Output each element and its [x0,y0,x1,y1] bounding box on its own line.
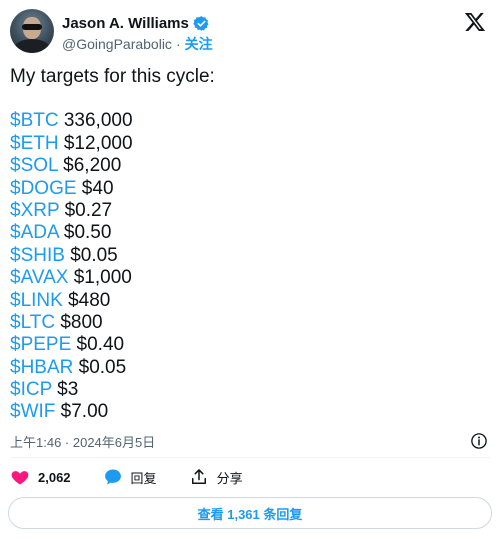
cashtag-link[interactable]: $BTC [10,110,59,131]
cashtag-link[interactable]: $SOL [10,155,58,176]
cashtag-link[interactable]: $AVAX [10,267,68,288]
targets-list: $BTC 336,000 $ETH $12,000 $SOL $6,200 $DOGE… [10,110,490,423]
share-button[interactable]: 分享 [189,467,243,487]
tweet-header: Jason A. Williams @GoingParabolic · 关注 [10,9,490,57]
share-label: 分享 [216,470,243,486]
cashtag-link[interactable]: $ETH [10,133,59,154]
tweet-timestamp[interactable]: 上午1:46 · 2024年6月5日 [10,432,155,451]
target-price: $6,200 [57,155,122,177]
view-replies-button[interactable]: 查看 1,361 条回复 [8,497,492,529]
target-row: $SOL $6,200 [10,155,490,177]
target-row: $LTC $800 [10,312,490,334]
target-price: $800 [55,311,103,333]
cashtag-link[interactable]: $ADA [10,222,59,243]
target-price: $0.27 [59,199,113,221]
author-display-name[interactable]: Jason A. Williams [62,15,189,32]
target-row: $ADA $0.50 [10,222,490,244]
action-bar: 2,062 回复 分享 [10,466,275,488]
target-row: $XRP $0.27 [10,200,490,222]
cashtag-link[interactable]: $DOGE [10,178,77,199]
reply-label: 回复 [130,470,157,486]
target-row: $AVAX $1,000 [10,267,490,289]
tweet-intro: My targets for this cycle: [10,66,215,87]
tweet-text: My targets for this cycle: $BTC 336,000 $… [10,66,490,424]
avatar[interactable] [10,9,54,53]
x-logo-icon[interactable] [464,11,486,33]
divider [10,457,490,458]
target-price: $12,000 [58,132,133,154]
target-price: $40 [76,177,114,199]
target-row: $ICP $3 [10,379,490,401]
reply-button[interactable]: 回复 [103,467,157,487]
target-row: $LINK $480 [10,290,490,312]
target-price: $1,000 [68,267,132,289]
target-row: $ETH $12,000 [10,133,490,155]
tweet-card: Jason A. Williams @GoingParabolic · 关注 M… [0,0,500,539]
author-handle-row: @GoingParabolic · 关注 [62,35,213,53]
target-row: $HBAR $0.05 [10,357,490,379]
cashtag-link[interactable]: $WIF [10,401,55,422]
share-icon [191,469,206,484]
author-handle[interactable]: @GoingParabolic [62,36,172,52]
verified-badge-icon [193,15,209,31]
target-price: $0.40 [71,334,125,356]
cashtag-link[interactable]: $ICP [10,379,52,400]
target-price: $480 [62,289,111,311]
cashtag-link[interactable]: $XRP [10,200,59,221]
target-price: $7.00 [55,401,109,423]
like-count: 2,062 [38,469,71,485]
target-price: $0.50 [58,222,112,244]
target-price: 336,000 [58,110,133,132]
cashtag-link[interactable]: $HBAR [10,357,73,378]
target-price: $0.05 [64,244,118,266]
target-row: $PEPE $0.40 [10,334,490,356]
separator-dot: · [175,36,181,52]
target-row: $BTC 336,000 [10,110,490,132]
target-row: $SHIB $0.05 [10,245,490,267]
target-row: $DOGE $40 [10,178,490,200]
target-row: $WIF $7.00 [10,401,490,423]
follow-button[interactable]: 关注 [185,34,213,54]
cashtag-link[interactable]: $PEPE [10,334,71,355]
speech-bubble-icon [104,469,121,485]
target-price: $3 [51,379,79,401]
author-name-row: Jason A. Williams [62,13,210,33]
info-icon[interactable] [470,432,488,450]
like-button[interactable]: 2,062 [10,467,71,487]
cashtag-link[interactable]: $SHIB [10,245,65,266]
cashtag-link[interactable]: $LINK [10,290,63,311]
target-price: $0.05 [73,356,127,378]
heart-icon [11,471,29,485]
cashtag-link[interactable]: $LTC [10,312,55,333]
